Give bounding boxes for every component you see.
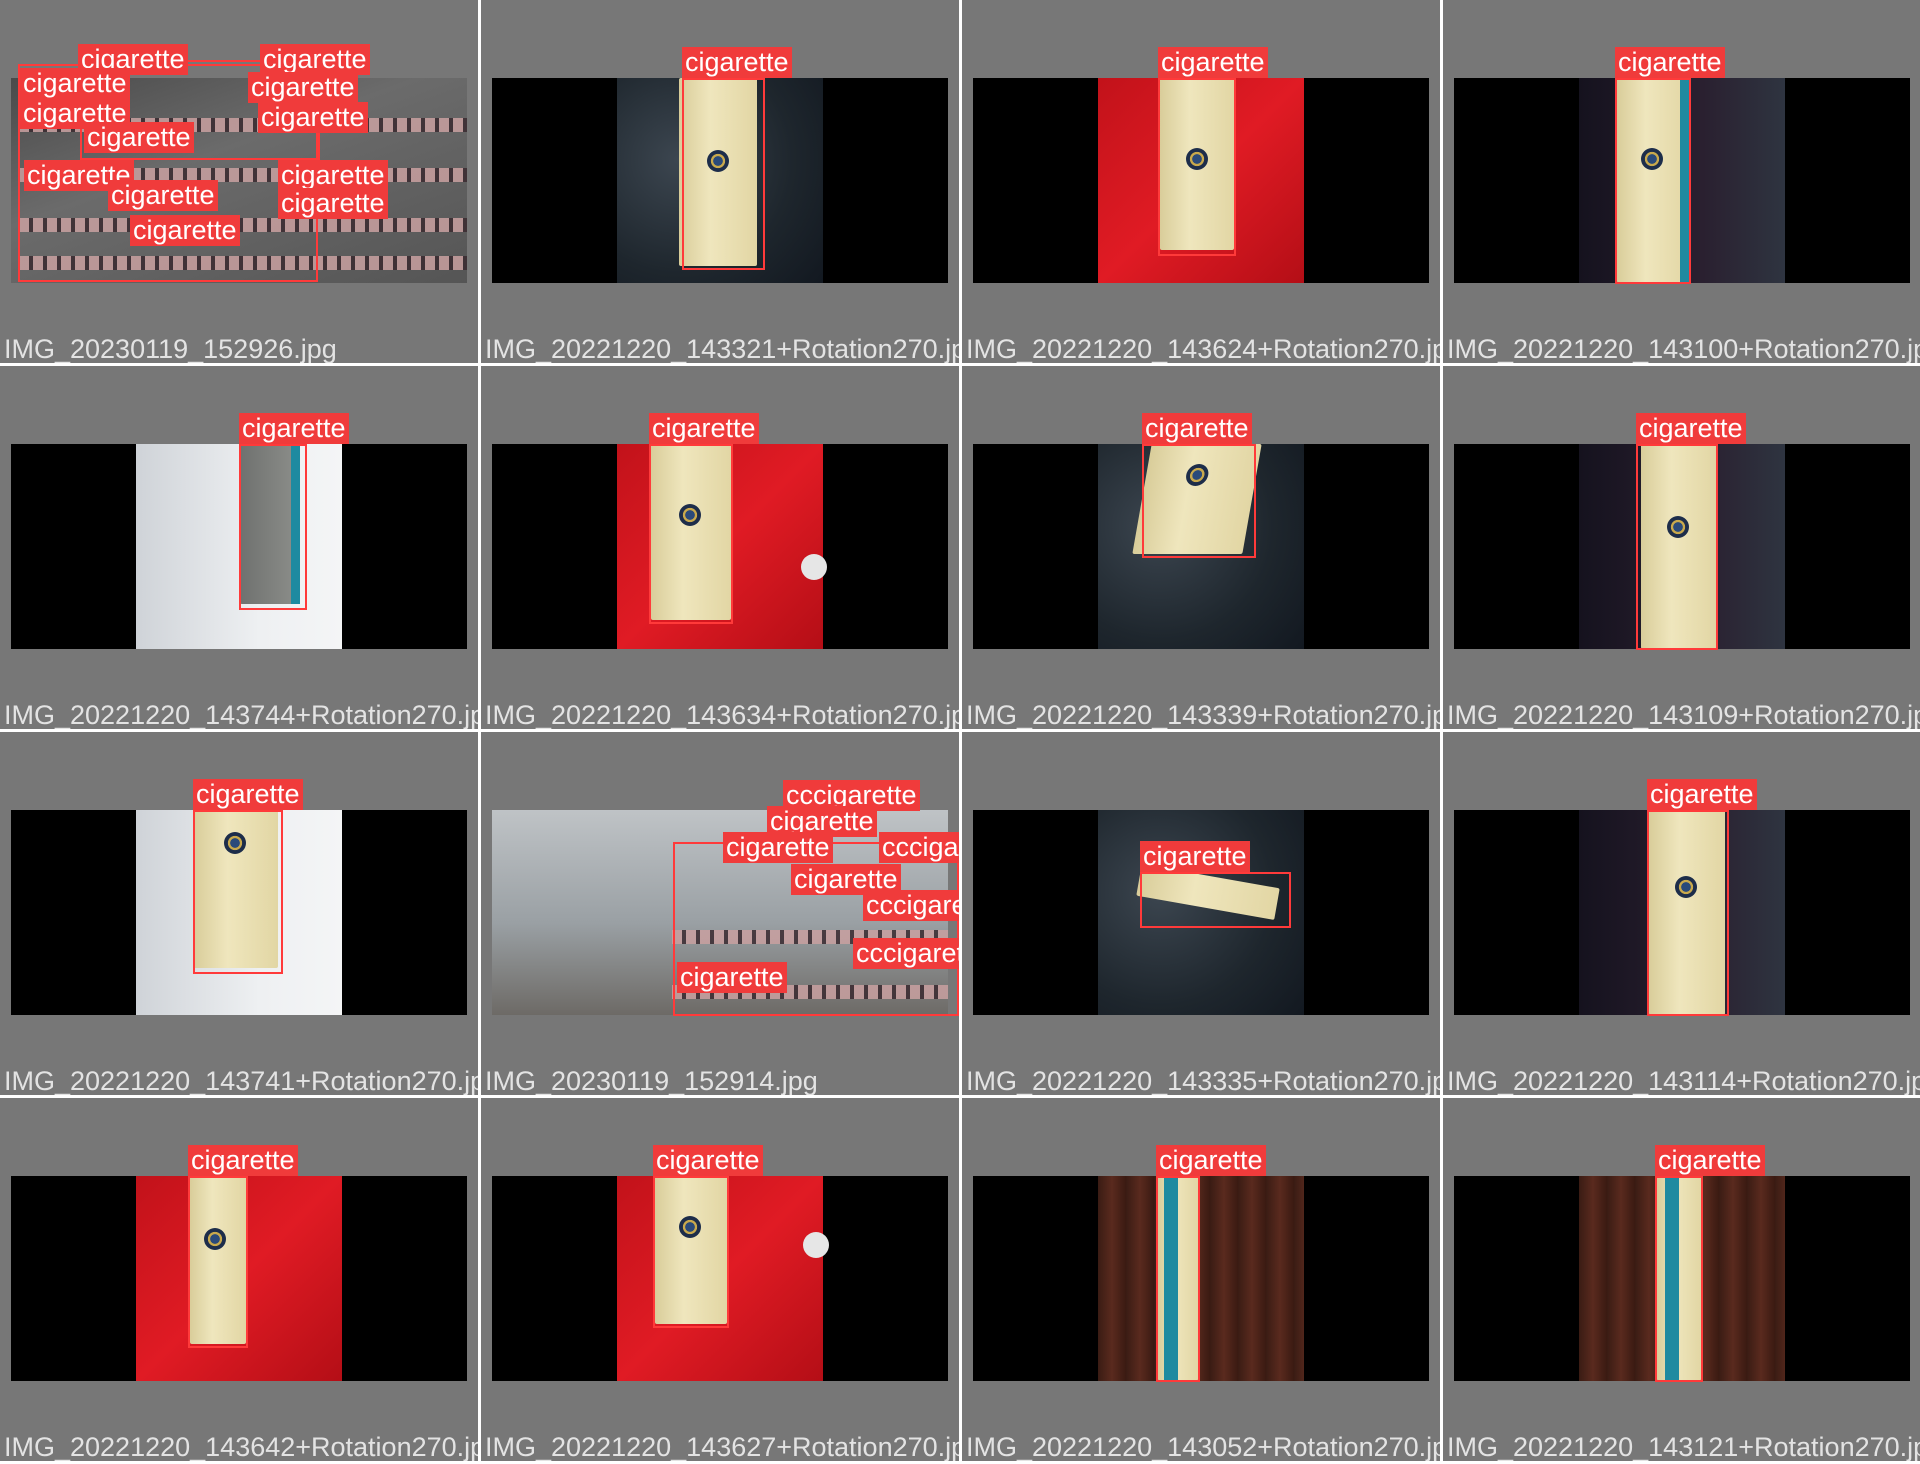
- detection-label: cigarette: [1655, 1145, 1765, 1176]
- detection-label: cigarette: [791, 864, 901, 895]
- detection-label: cigarette: [1158, 47, 1268, 78]
- detection-label: cigarette: [1615, 47, 1725, 78]
- detection-label: cigarette: [258, 102, 368, 133]
- image-filename: IMG_20221220_143642+Rotation270.jpg: [4, 1432, 478, 1461]
- detection-label: cigarette: [248, 72, 358, 103]
- image-filename: IMG_20221220_143744+Rotation270.jpg: [4, 700, 478, 729]
- image-filename: IMG_20221220_143109+Rotation270.jpg: [1447, 700, 1920, 729]
- tile-13[interactable]: cigarette IMG_20221220_143627+Rotation27…: [481, 1098, 959, 1461]
- image-filename: IMG_20221220_143741+Rotation270.jpg: [4, 1066, 478, 1095]
- bounding-box: [1140, 872, 1291, 928]
- image-filename: IMG_20221220_143339+Rotation270.jpg: [966, 700, 1440, 729]
- detection-label: cccigarette: [853, 938, 959, 969]
- bounding-box: [193, 810, 283, 974]
- bounding-box: [1156, 1176, 1200, 1382]
- image-filename: IMG_20221220_143634+Rotation270.jpg: [485, 700, 959, 729]
- tile-14[interactable]: cigarette IMG_20221220_143052+Rotation27…: [962, 1098, 1440, 1461]
- image-filename: IMG_20221220_143052+Rotation270.jpg: [966, 1432, 1440, 1461]
- image-filename: IMG_20221220_143100+Rotation270.jpg: [1447, 334, 1920, 363]
- detection-label: cigarette: [84, 122, 194, 153]
- detection-label: cigarette: [682, 47, 792, 78]
- detection-label: cigarette: [193, 779, 303, 810]
- detection-label: cigarette: [278, 160, 388, 191]
- tile-12[interactable]: cigarette IMG_20221220_143642+Rotation27…: [0, 1098, 478, 1461]
- tile-4[interactable]: cigarette IMG_20221220_143744+Rotation27…: [0, 366, 478, 729]
- detection-label: cigarette: [1142, 413, 1252, 444]
- image-filename: IMG_20221220_143624+Rotation270.jpg: [966, 334, 1440, 363]
- bounding-box: [239, 444, 307, 610]
- detection-label: cigarette: [188, 1145, 298, 1176]
- image-filename: IMG_20221220_143121+Rotation270.jpg: [1447, 1432, 1920, 1461]
- detection-label: cigarette: [1140, 841, 1250, 872]
- detection-label: cigarette: [1647, 779, 1757, 810]
- detection-label: cigarette: [1636, 413, 1746, 444]
- detection-label: cigarette: [1156, 1145, 1266, 1176]
- object-marker: [801, 554, 827, 580]
- image-filename: IMG_20230119_152926.jpg: [4, 334, 337, 363]
- bounding-box: [653, 1176, 729, 1328]
- image-filename: IMG_20221220_143335+Rotation270.jpg: [966, 1066, 1440, 1095]
- tile-8[interactable]: cigarette IMG_20221220_143741+Rotation27…: [0, 732, 478, 1095]
- tile-5[interactable]: cigarette IMG_20221220_143634+Rotation27…: [481, 366, 959, 729]
- tile-15[interactable]: cigarette IMG_20221220_143121+Rotation27…: [1443, 1098, 1920, 1461]
- image-filename: IMG_20221220_143627+Rotation270.jpg: [485, 1432, 959, 1461]
- image-frame: [973, 1176, 1429, 1381]
- tile-9[interactable]: cccigarette cigarette cigarette cccigare…: [481, 732, 959, 1095]
- object-marker: [803, 1232, 829, 1258]
- detection-label: cigarette: [20, 68, 130, 99]
- detection-label: cigarette: [677, 962, 787, 993]
- tile-3[interactable]: cigarette IMG_20221220_143100+Rotation27…: [1443, 0, 1920, 363]
- bounding-box: [1647, 810, 1729, 1016]
- tile-10[interactable]: cigarette IMG_20221220_143335+Rotation27…: [962, 732, 1440, 1095]
- tile-6[interactable]: cigarette IMG_20221220_143339+Rotation27…: [962, 366, 1440, 729]
- bounding-box: [682, 78, 765, 270]
- bounding-box: [1158, 78, 1236, 256]
- bounding-box: [1142, 444, 1256, 558]
- detection-label: cigarette: [653, 1145, 763, 1176]
- detection-label: cigarette: [108, 180, 218, 211]
- detection-label: cigarette: [130, 215, 240, 246]
- detection-label: cigarette: [239, 413, 349, 444]
- image-filename: IMG_20230119_152914.jpg: [485, 1066, 818, 1095]
- bounding-box: [188, 1176, 248, 1348]
- detection-label: cigarette: [723, 832, 833, 863]
- image-scene: [1098, 1176, 1304, 1381]
- detection-label: cigarette: [649, 413, 759, 444]
- tile-2[interactable]: cigarette IMG_20221220_143624+Rotation27…: [962, 0, 1440, 363]
- bounding-box: [1636, 444, 1718, 650]
- tile-11[interactable]: cigarette IMG_20221220_143114+Rotation27…: [1443, 732, 1920, 1095]
- bounding-box: [1655, 1176, 1703, 1382]
- detection-grid: cigarette cigarette cigarette cigarette …: [0, 0, 1920, 1464]
- image-filename: IMG_20221220_143321+Rotation270.jpg: [485, 334, 959, 363]
- detection-label: cccigarette: [879, 832, 959, 863]
- image-filename: IMG_20221220_143114+Rotation270.jpg: [1447, 1066, 1920, 1095]
- tile-0[interactable]: cigarette cigarette cigarette cigarette …: [0, 0, 478, 363]
- tile-7[interactable]: cigarette IMG_20221220_143109+Rotation27…: [1443, 366, 1920, 729]
- tile-1[interactable]: cigarette IMG_20221220_143321+Rotation27…: [481, 0, 959, 363]
- bounding-box: [1615, 78, 1691, 284]
- bounding-box: [649, 444, 733, 624]
- detection-label: cigarette: [260, 44, 370, 75]
- detection-label: cigarette: [278, 188, 388, 219]
